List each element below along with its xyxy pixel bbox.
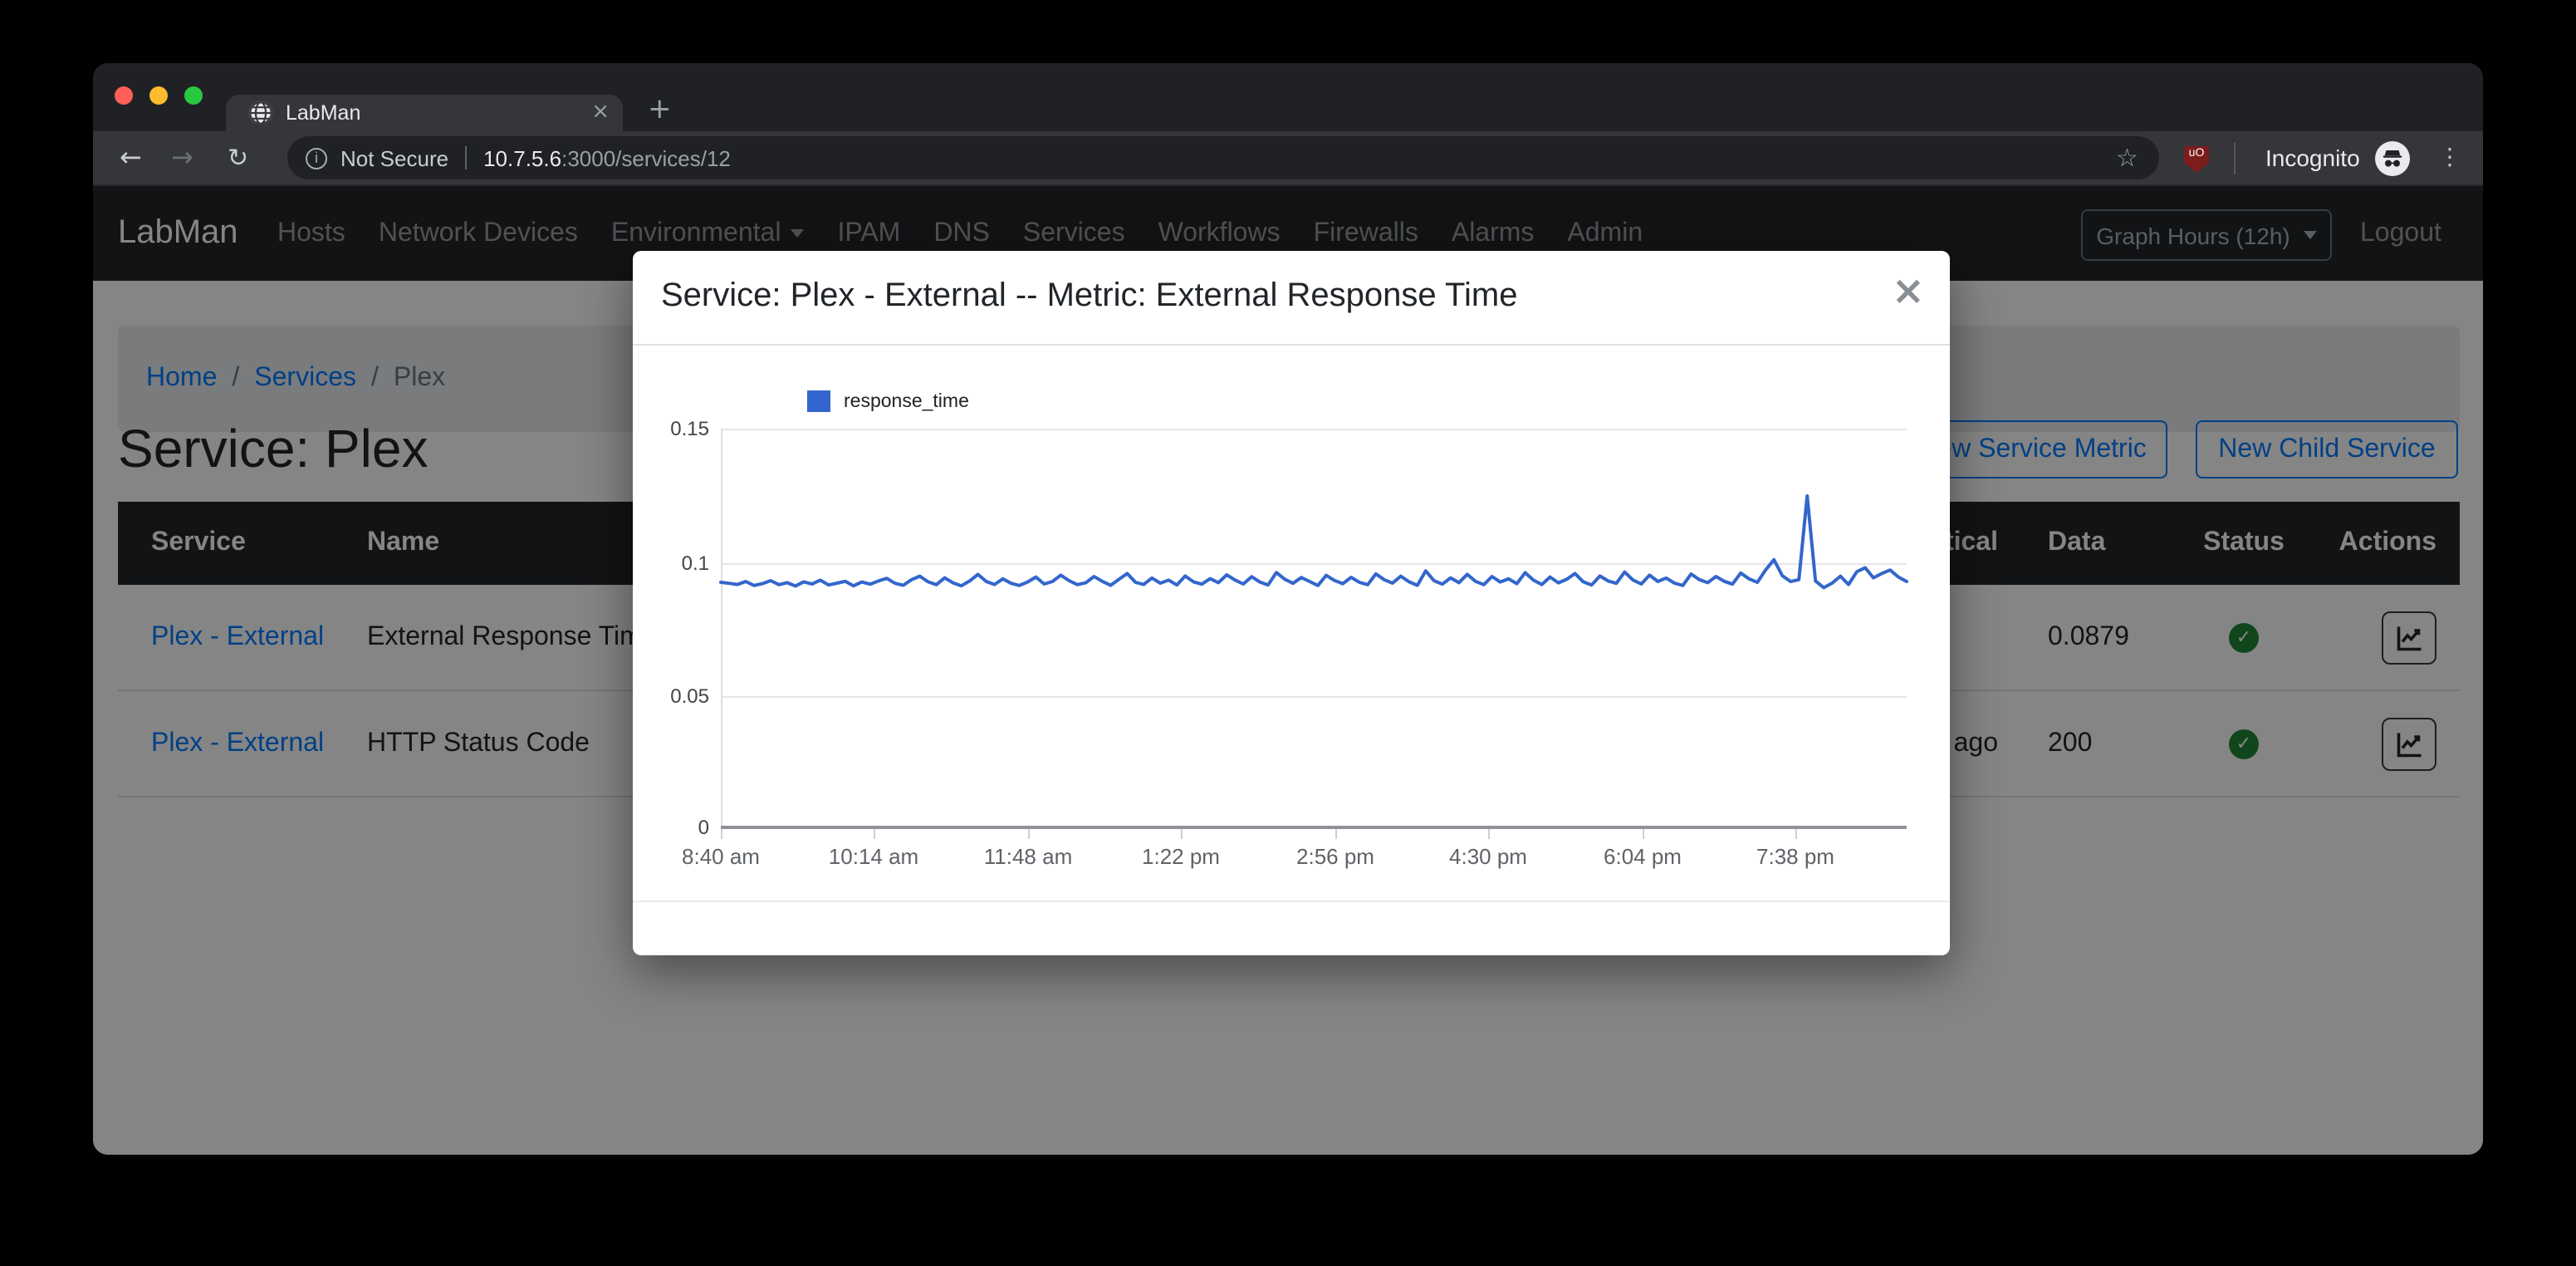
y-tick-label: 0.05	[643, 685, 709, 708]
x-tick-label: 4:30 pm	[1449, 844, 1527, 869]
ublock-extension-icon[interactable]: uO	[2184, 146, 2209, 173]
globe-favicon-icon	[247, 100, 274, 126]
y-tick-label: 0.1	[643, 552, 709, 575]
y-axis-line	[721, 429, 722, 837]
x-tick-label: 7:38 pm	[1756, 844, 1834, 869]
x-tick-label: 8:40 am	[682, 844, 760, 869]
page: LabMan Hosts Network Devices Environment…	[93, 186, 2483, 1155]
address-bar[interactable]: i Not Secure 10.7.5.6 :3000/services/12	[287, 136, 2159, 179]
tab-strip: LabMan × +	[93, 63, 2483, 131]
modal-title: Service: Plex - External -- Metric: Exte…	[661, 277, 1517, 316]
window-zoom-button[interactable]	[184, 86, 203, 105]
browser-menu-icon[interactable]: ⋮	[2438, 145, 2461, 171]
incognito-icon	[2375, 141, 2410, 176]
screen: LabMan × + ← → ↻ i Not Secure 10.7.5.6 :…	[0, 0, 2576, 1266]
tab-title: LabMan	[286, 101, 360, 125]
window-close-button[interactable]	[115, 86, 133, 105]
info-icon[interactable]: i	[306, 147, 327, 169]
response-line	[721, 496, 1907, 587]
gridline	[721, 696, 1907, 698]
y-tick-label: 0.15	[643, 417, 709, 440]
browser-toolbar: ← → ↻ i Not Secure 10.7.5.6 :3000/servic…	[93, 131, 2483, 186]
tab-close-icon[interactable]: ×	[591, 100, 610, 126]
legend-swatch	[807, 390, 830, 412]
forward-icon[interactable]: →	[171, 145, 193, 171]
modal-header: Service: Plex - External -- Metric: Exte…	[633, 251, 1950, 346]
gridline	[721, 563, 1907, 565]
chart-legend: response_time	[807, 390, 969, 412]
incognito-label: Incognito	[2265, 145, 2360, 171]
reload-icon[interactable]: ↻	[228, 145, 248, 170]
x-tick-label: 2:56 pm	[1296, 844, 1374, 869]
window-minimize-button[interactable]	[149, 86, 168, 105]
browser-tab[interactable]: LabMan ×	[226, 95, 623, 131]
close-icon[interactable]: ×	[1892, 271, 1925, 311]
modal-footer	[633, 900, 1950, 902]
y-tick-label: 0	[643, 816, 709, 839]
url-host: 10.7.5.6	[483, 145, 561, 170]
security-label: Not Secure	[340, 145, 448, 170]
gridline	[721, 429, 1907, 430]
x-tick-label: 6:04 pm	[1604, 844, 1682, 869]
x-axis-line	[721, 826, 1907, 829]
x-tick-label: 11:48 am	[984, 844, 1073, 869]
x-tick-label: 1:22 pm	[1142, 844, 1220, 869]
toolbar-separator	[2234, 143, 2236, 174]
url-path: :3000/services/12	[561, 145, 731, 170]
back-icon[interactable]: ←	[120, 145, 142, 171]
metric-graph-modal: Service: Plex - External -- Metric: Exte…	[633, 251, 1950, 955]
browser-window: LabMan × + ← → ↻ i Not Secure 10.7.5.6 :…	[93, 63, 2483, 1155]
url-divider	[465, 146, 467, 169]
new-tab-button[interactable]: +	[648, 93, 672, 126]
x-tick-label: 10:14 am	[829, 844, 918, 869]
legend-label: response_time	[844, 391, 969, 411]
bookmark-star-icon[interactable]: ☆	[2116, 143, 2138, 173]
